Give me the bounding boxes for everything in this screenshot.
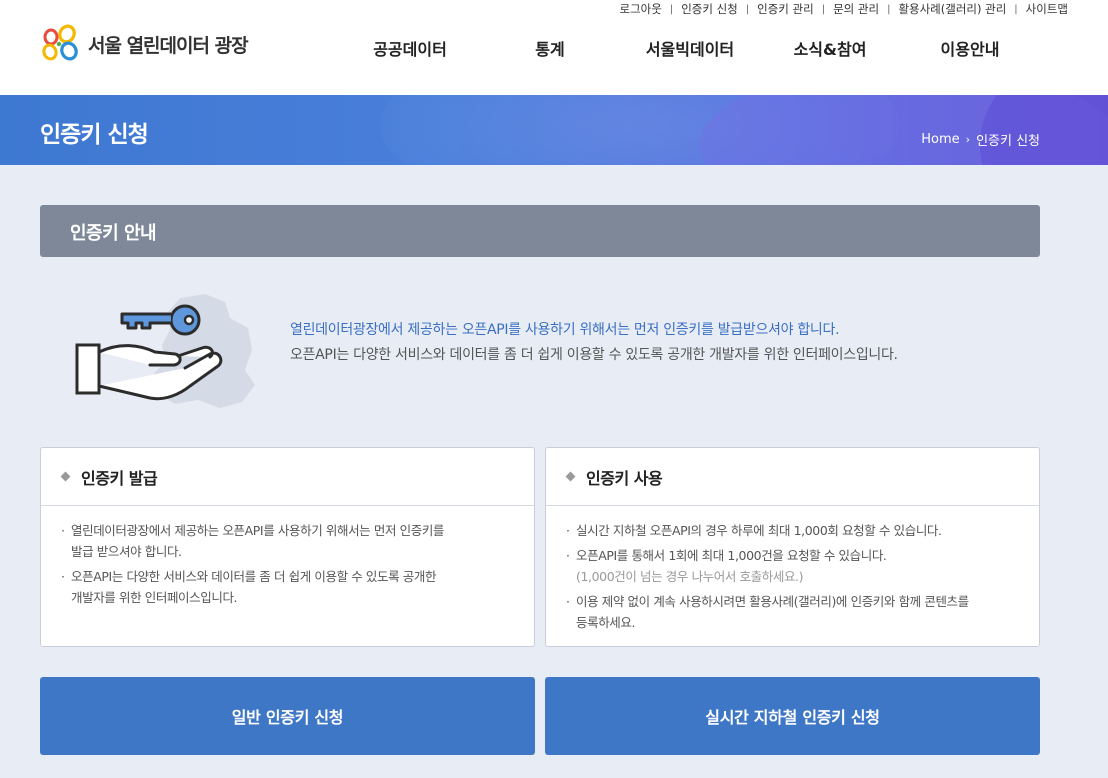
intro-text-primary: 열린데이터광장에서 제공하는 오픈API를 사용하기 위해서는 먼저 인증키를 … [290, 322, 840, 338]
breadcrumb-home-link[interactable]: Home [921, 132, 959, 147]
diamond-bullet-icon [565, 471, 576, 482]
main-nav: 공공데이터 통계 서울빅데이터 소식&참여 이용안내 [0, 36, 1108, 59]
utility-nav: 로그아웃 | 인증키 신청 | 인증키 관리 | 문의 관리 | 활용사례(갤러… [620, 0, 1069, 18]
list-item-text: 개발자를 위한 인터페이스입니다. [71, 590, 238, 605]
util-apikey-request-link[interactable]: 인증키 신청 [681, 1, 738, 17]
nav-public-data[interactable]: 공공데이터 [373, 36, 447, 60]
box-body: 열린데이터광장에서 제공하는 오픈API를 사용하기 위해서는 먼저 인증키를 … [41, 506, 534, 608]
box-header: 인증키 발급 [41, 448, 534, 506]
box-title: 인증키 사용 [586, 469, 663, 488]
util-separator: | [821, 3, 826, 15]
site-header: 로그아웃 | 인증키 신청 | 인증키 관리 | 문의 관리 | 활용사례(갤러… [0, 0, 1108, 95]
nav-news-participation[interactable]: 소식&참여 [794, 36, 867, 60]
list-item-text: 이용 제약 없이 계속 사용하시려면 활용사례(갤러리)에 인증키와 함께 콘텐… [576, 594, 969, 609]
breadcrumb-current: 인증키 신청 [976, 134, 1040, 149]
intro-text-secondary: 오픈API는 다양한 서비스와 데이터를 좀 더 쉽게 이용할 수 있도록 공개… [290, 347, 898, 363]
list-item-text: 등록하세요. [576, 615, 636, 630]
list-item-text: 발급 받으셔야 합니다. [71, 544, 182, 559]
list-item-text: 오픈API를 통해서 1회에 최대 1,000건을 요청할 수 있습니다. [576, 548, 887, 563]
nav-guide[interactable]: 이용안내 [941, 36, 1000, 60]
util-separator: | [745, 3, 750, 15]
breadcrumb: Home › 인증키 신청 [921, 130, 1040, 149]
list-item-text: 열린데이터광장에서 제공하는 오픈API를 사용하기 위해서는 먼저 인증키를 [71, 523, 445, 538]
list-item: 실시간 지하철 오픈API의 경우 하루에 최대 1,000회 요청할 수 있습… [566, 520, 1019, 541]
list-item-note: (1,000건이 넘는 경우 나누어서 호출하세요.) [576, 569, 804, 584]
util-sitemap-link[interactable]: 사이트맵 [1026, 1, 1068, 17]
util-inquiry-manage-link[interactable]: 문의 관리 [833, 1, 879, 17]
page-banner: 인증키 신청 Home › 인증키 신청 [0, 95, 1108, 165]
subway-apikey-request-button[interactable]: 실시간 지하철 인증키 신청 [545, 677, 1040, 755]
util-separator: | [1014, 3, 1018, 15]
util-separator: | [669, 3, 674, 15]
diamond-bullet-icon [60, 471, 71, 482]
util-separator: | [887, 3, 891, 15]
list-item: 열린데이터광장에서 제공하는 오픈API를 사용하기 위해서는 먼저 인증키를 … [61, 520, 514, 562]
apikey-usage-box: 인증키 사용 실시간 지하철 오픈API의 경우 하루에 최대 1,000회 요… [545, 447, 1040, 647]
nav-seoul-bigdata[interactable]: 서울빅데이터 [646, 36, 734, 60]
box-title: 인증키 발급 [81, 469, 158, 488]
nav-statistics[interactable]: 통계 [535, 36, 564, 60]
chevron-right-icon: › [965, 133, 971, 146]
section-title: 인증키 안내 [70, 223, 157, 244]
util-gallery-manage-link[interactable]: 활용사례(갤러리) 관리 [898, 1, 1006, 17]
list-item-text: 오픈API는 다양한 서비스와 데이터를 좀 더 쉽게 이용할 수 있도록 공개… [71, 569, 437, 584]
box-body: 실시간 지하철 오픈API의 경우 하루에 최대 1,000회 요청할 수 있습… [546, 506, 1039, 633]
util-logout-link[interactable]: 로그아웃 [620, 1, 662, 17]
section-header: 인증키 안내 [40, 205, 1040, 257]
general-apikey-request-button[interactable]: 일반 인증키 신청 [40, 677, 535, 755]
list-item: 오픈API는 다양한 서비스와 데이터를 좀 더 쉽게 이용할 수 있도록 공개… [61, 566, 514, 608]
list-item-text: 실시간 지하철 오픈API의 경우 하루에 최대 1,000회 요청할 수 있습… [576, 523, 942, 538]
box-header: 인증키 사용 [546, 448, 1039, 506]
list-item: 오픈API를 통해서 1회에 최대 1,000건을 요청할 수 있습니다. (1… [566, 545, 1019, 587]
list-item: 이용 제약 없이 계속 사용하시려면 활용사례(갤러리)에 인증키와 함께 콘텐… [566, 591, 1019, 633]
util-apikey-manage-link[interactable]: 인증키 관리 [757, 1, 814, 17]
page-title: 인증키 신청 [40, 122, 149, 148]
apikey-issue-box: 인증키 발급 열린데이터광장에서 제공하는 오픈API를 사용하기 위해서는 먼… [40, 447, 535, 647]
key-hand-icon [75, 294, 255, 408]
